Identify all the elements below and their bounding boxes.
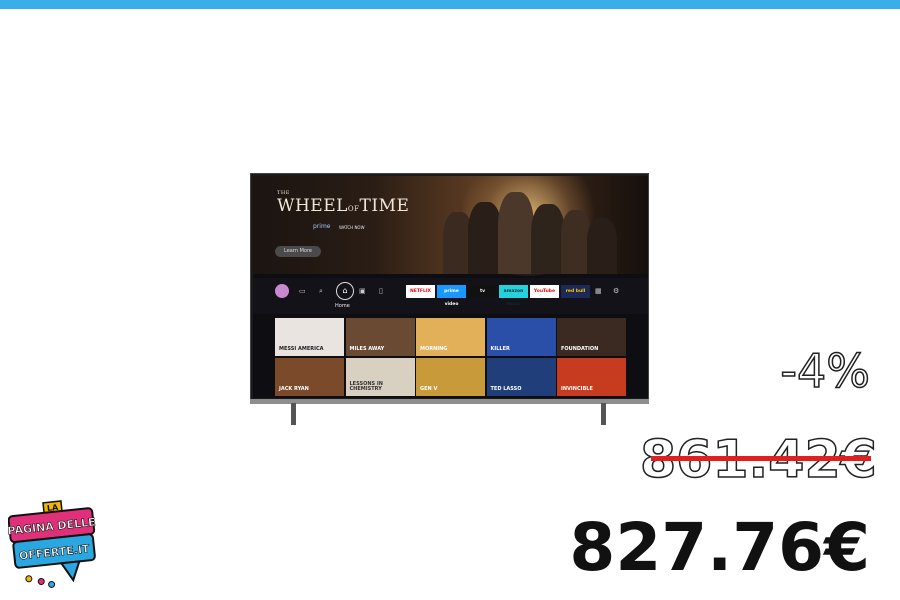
hero-figure — [531, 204, 565, 274]
avatar — [275, 284, 289, 298]
content-tile: GEN V — [416, 358, 485, 396]
top-accent-bar — [0, 0, 900, 9]
tv-product-image: THE WHEELOFTIME prime WATCH NOW Learn Mo… — [250, 173, 649, 425]
input-icon: ▭ — [299, 287, 306, 295]
content-tile: MESSI AMERICA — [275, 318, 344, 356]
home-icon: ⌂ — [336, 282, 354, 300]
price-strikethrough — [651, 456, 871, 461]
home-label: Home — [335, 303, 350, 309]
app-tile: NETFLIX — [406, 285, 435, 298]
content-tile-title: FOUNDATION — [561, 345, 599, 352]
tv-leg-left — [291, 403, 296, 425]
tv-leg-right — [601, 403, 606, 425]
hero-banner: THE WHEELOFTIME prime WATCH NOW Learn Mo… — [253, 176, 648, 282]
app-tile: amazon music — [499, 285, 528, 307]
content-tile-title: LESSONS IN CHEMISTRY — [349, 380, 383, 392]
la-pagina-delle-offerte-logo: LA PAGINA DELLE OFFERTE.IT — [8, 500, 96, 588]
apps-grid-icon: ▦ — [595, 287, 602, 295]
hero-figure — [468, 202, 502, 274]
tv-frame: THE WHEELOFTIME prime WATCH NOW Learn Mo… — [250, 173, 649, 403]
new-price: 827.76€ — [569, 509, 870, 586]
content-tile-title: KILLER — [490, 345, 510, 352]
content-tile-title: MESSI AMERICA — [279, 345, 324, 352]
hero-title: THE WHEELOFTIME — [277, 190, 410, 216]
content-tile: KILLER — [486, 318, 556, 356]
bookmark-icon: ▯ — [379, 287, 383, 295]
content-tile-title: JACK RYAN — [279, 385, 309, 392]
gear-icon: ⚙ — [613, 287, 620, 295]
content-tile: TED LASSO — [486, 358, 556, 396]
content-tile: INVINCIBLE — [557, 358, 626, 396]
tv-screen: THE WHEELOFTIME prime WATCH NOW Learn Mo… — [253, 176, 648, 398]
search-icon: ⌕ — [319, 287, 323, 295]
app-tile: red bull — [561, 285, 590, 298]
hero-title-end: TIME — [359, 196, 410, 216]
content-tile-title: TED LASSO — [490, 385, 522, 392]
content-tile: LESSONS IN CHEMISTRY — [345, 358, 415, 396]
content-tile-title: INVINCIBLE — [561, 385, 593, 392]
content-tile: FOUNDATION — [557, 318, 626, 356]
content-tile: MORNING — [416, 318, 485, 356]
hero-figure — [587, 218, 617, 274]
app-tile: prime video — [437, 285, 466, 307]
content-tile-title: MORNING — [420, 345, 448, 352]
prime-logo: prime — [313, 223, 331, 230]
live-tv-icon: ▣ — [359, 287, 366, 295]
content-tile: MILES AWAY — [345, 318, 415, 356]
tv-bottom-bezel — [250, 399, 649, 404]
hero-title-pre: THE — [277, 190, 290, 196]
hero-title-main: WHEEL — [277, 196, 348, 216]
content-tile-title: GEN V — [420, 385, 438, 392]
watch-now-label: WATCH NOW — [339, 225, 365, 230]
app-tile: YouTube — [530, 285, 559, 298]
content-tile: JACK RYAN — [275, 358, 344, 396]
content-tile-title: MILES AWAY — [349, 345, 385, 352]
hero-figure — [498, 192, 534, 274]
hero-title-of: OF — [347, 205, 360, 213]
discount-percentage: -4% — [780, 343, 871, 399]
learn-more-button: Learn More — [275, 246, 321, 257]
app-tile: tv — [468, 285, 497, 298]
tv-nav-bar: ▭ ⌕ ⌂ ▣ ▯ Home NETFLIX prime video tv amazo… — [253, 278, 648, 314]
